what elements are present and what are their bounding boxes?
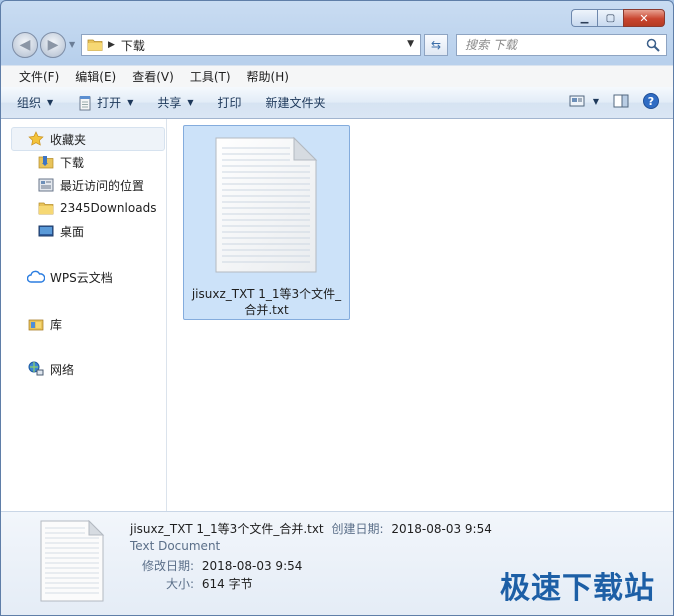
back-button[interactable]: ◀ <box>12 32 38 58</box>
folder-icon <box>87 39 103 51</box>
menu-help[interactable]: 帮助(H) <box>239 68 297 85</box>
change-view-button[interactable]: ▼ <box>569 94 599 108</box>
new-folder-button[interactable]: 新建文件夹 <box>266 94 326 111</box>
breadcrumb-separator-icon[interactable]: ▶ <box>108 40 115 50</box>
nav-recent-places[interactable]: 最近访问的位置 <box>37 174 144 196</box>
nav-desktop[interactable]: 桌面 <box>37 220 84 242</box>
navigation-pane[interactable]: 收藏夹 下载 最近访问的位置 2345Downloads 桌面 WPS云文档 库… <box>1 119 167 511</box>
menu-view[interactable]: 查看(V) <box>124 68 182 85</box>
navigation-bar: ◀ ▶ ▼ ▶ 下载 ▼ ⇆ <box>9 31 667 59</box>
help-icon: ? <box>643 93 659 109</box>
menu-edit[interactable]: 编辑(E) <box>67 68 124 85</box>
chevron-down-icon: ▼ <box>187 98 194 107</box>
recent-pages-dropdown-icon[interactable]: ▼ <box>69 40 75 49</box>
svg-text:?: ? <box>648 95 654 108</box>
details-pane: jisuxz_TXT 1_1等3个文件_合并.txt 创建日期: 2018-08… <box>1 511 673 615</box>
file-item[interactable]: jisuxz_TXT 1_1等3个文件_合并.txt <box>183 125 350 320</box>
details-modified: 修改日期: 2018-08-03 9:54 <box>142 557 302 574</box>
breadcrumb-current[interactable]: 下载 <box>121 37 145 54</box>
organize-button[interactable]: 组织 ▼ <box>17 94 53 111</box>
minimize-icon: ▁ <box>580 12 589 24</box>
text-document-icon <box>215 136 318 273</box>
open-button[interactable]: 打开 ▼ <box>77 94 133 111</box>
window-controls: ▁ ▢ ✕ <box>571 9 665 27</box>
refresh-button[interactable]: ⇆ <box>424 34 448 56</box>
file-item-name[interactable]: jisuxz_TXT 1_1等3个文件_合并.txt <box>188 286 345 318</box>
maximize-button[interactable]: ▢ <box>597 9 623 27</box>
nav-wps-cloud-label: WPS云文档 <box>50 270 113 285</box>
command-bar: 组织 ▼ 打开 ▼ 共享 ▼ 打印 新建文件夹 ▼ ? <box>1 87 673 119</box>
nav-desktop-label: 桌面 <box>60 224 85 239</box>
nav-downloads[interactable]: 下载 <box>37 151 84 173</box>
nav-wps-cloud[interactable]: WPS云文档 <box>27 266 113 288</box>
chevron-down-icon[interactable]: ▼ <box>593 97 599 106</box>
network-icon <box>27 361 45 377</box>
menu-file[interactable]: 文件(F) <box>11 68 67 85</box>
close-button[interactable]: ✕ <box>623 9 665 27</box>
share-button[interactable]: 共享 ▼ <box>157 94 193 111</box>
nav-downloads-label: 下载 <box>60 155 85 170</box>
share-label: 共享 <box>157 96 182 110</box>
address-dropdown-icon[interactable]: ▼ <box>407 39 414 49</box>
organize-label: 组织 <box>17 96 42 110</box>
back-arrow-icon: ◀ <box>19 37 31 53</box>
nav-libraries[interactable]: 库 <box>27 313 62 335</box>
nav-2345downloads-label: 2345Downloads <box>60 201 157 215</box>
search-icon[interactable] <box>646 38 660 52</box>
details-size: 大小: 614 字节 <box>166 575 253 592</box>
search-box[interactable] <box>456 34 667 56</box>
chevron-down-icon: ▼ <box>47 98 54 107</box>
text-document-thumbnail-icon <box>40 520 105 602</box>
print-label: 打印 <box>217 96 242 110</box>
search-input[interactable] <box>457 38 637 52</box>
forward-button[interactable]: ▶ <box>40 32 66 58</box>
desktop-icon <box>37 223 55 239</box>
site-watermark: 极速下载站 <box>500 571 655 606</box>
details-file-name-text: jisuxz_TXT 1_1等3个文件_合并.txt <box>130 522 324 536</box>
folder-icon <box>37 200 55 216</box>
library-icon <box>27 316 45 332</box>
nav-recent-places-label: 最近访问的位置 <box>60 178 145 193</box>
downloads-folder-icon <box>37 154 55 170</box>
view-options-icon <box>569 95 585 107</box>
print-button[interactable]: 打印 <box>218 94 242 111</box>
nav-favorites[interactable]: 收藏夹 <box>27 128 86 150</box>
details-modified-label: 修改日期: <box>142 559 195 573</box>
maximize-icon: ▢ <box>605 12 616 24</box>
preview-pane-icon <box>613 94 629 108</box>
chevron-down-icon: ▼ <box>127 98 134 107</box>
nav-2345downloads[interactable]: 2345Downloads <box>37 197 156 219</box>
menu-tools[interactable]: 工具(T) <box>182 68 239 85</box>
minimize-button[interactable]: ▁ <box>571 9 597 27</box>
open-label: 打开 <box>97 96 122 110</box>
star-icon <box>27 131 45 147</box>
nav-network[interactable]: 网络 <box>27 358 74 380</box>
address-bar[interactable]: ▶ 下载 ▼ <box>81 34 421 56</box>
nav-network-label: 网络 <box>50 362 75 377</box>
details-modified-value: 2018-08-03 9:54 <box>201 559 303 573</box>
cloud-icon <box>27 269 45 285</box>
details-file-name: jisuxz_TXT 1_1等3个文件_合并.txt 创建日期: 2018-08… <box>130 520 492 537</box>
preview-pane-button[interactable] <box>613 94 629 108</box>
refresh-icon: ⇆ <box>430 38 442 52</box>
menu-bar: 文件(F) 编辑(E) 查看(V) 工具(T) 帮助(H) <box>1 65 673 87</box>
file-list[interactable]: jisuxz_TXT 1_1等3个文件_合并.txt <box>168 119 673 511</box>
notepad-icon <box>79 95 91 110</box>
nav-favorites-label: 收藏夹 <box>50 132 87 147</box>
content-area: 收藏夹 下载 最近访问的位置 2345Downloads 桌面 WPS云文档 库… <box>1 119 673 511</box>
close-icon: ✕ <box>639 11 649 25</box>
nav-libraries-label: 库 <box>50 317 63 332</box>
forward-arrow-icon: ▶ <box>47 37 59 53</box>
recent-places-icon <box>37 177 55 193</box>
view-controls: ▼ ? <box>555 93 659 109</box>
help-button[interactable]: ? <box>643 93 659 109</box>
details-size-label: 大小: <box>166 577 195 591</box>
details-file-type: Text Document <box>130 539 221 553</box>
new-folder-label: 新建文件夹 <box>265 96 326 110</box>
details-created-value: 2018-08-03 9:54 <box>391 522 492 536</box>
explorer-window: ▁ ▢ ✕ ◀ ▶ ▼ ▶ 下载 ▼ ⇆ 文件(F) 编辑(E) 查看(V) <box>0 0 674 616</box>
details-created-label: 创建日期: <box>331 522 384 536</box>
details-size-value: 614 字节 <box>201 577 253 591</box>
